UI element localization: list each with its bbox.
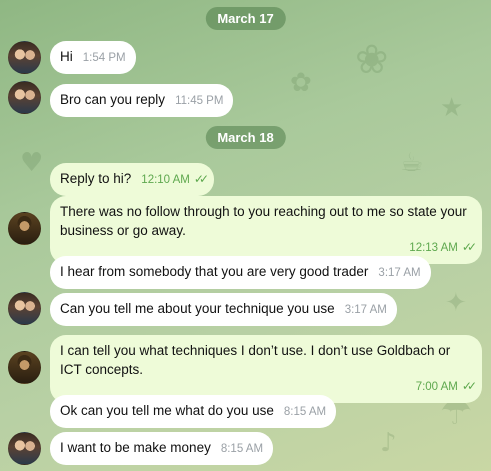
message-text: There was no follow through to you reach… (60, 204, 467, 238)
message-bubble-incoming[interactable]: Can you tell me about your technique you… (50, 293, 397, 326)
doodle-pattern-icon: ✿ (290, 68, 312, 98)
message-time: 3:17 AM (378, 267, 421, 279)
doodle-pattern-icon: ♥ (20, 148, 44, 178)
my-avatar[interactable] (8, 351, 41, 384)
chat-area[interactable]: ❀ ✿ ★ ☕ ♥ ✦ ☂ ♪ March 17 Hi 1:54 PM Bro c… (0, 0, 491, 471)
message-text: Can you tell me about your technique you… (60, 301, 335, 316)
my-avatar[interactable] (8, 212, 41, 245)
message-time: 8:15 AM (220, 443, 264, 455)
message-text: Bro can you reply (60, 92, 166, 107)
contact-avatar[interactable] (8, 292, 41, 325)
message-bubble-outgoing[interactable]: Reply to hi? 12:10 AM ✓✓ (50, 163, 214, 196)
doodle-pattern-icon: ★ (440, 93, 464, 123)
message-time: 12:13 AM (409, 242, 458, 255)
message-text: I hear from somebody that you are very g… (60, 264, 369, 279)
message-text: Ok can you tell me what do you use (60, 403, 274, 418)
read-checkmarks-icon: ✓✓ (461, 240, 477, 255)
message-text: I want to be make money (60, 440, 211, 455)
message-time: 8:15 AM (283, 406, 327, 418)
message-bubble-incoming[interactable]: I hear from somebody that you are very g… (50, 256, 431, 289)
message-bubble-incoming[interactable]: Bro can you reply 11:45 PM (50, 84, 234, 117)
message-bubble-incoming[interactable]: I want to be make money 8:15 AM (50, 432, 274, 465)
message-bubble-incoming[interactable]: Hi 1:54 PM (50, 41, 136, 74)
contact-avatar[interactable] (8, 81, 41, 114)
doodle-pattern-icon: ❀ (355, 37, 389, 83)
read-checkmarks-icon: ✓✓ (461, 379, 477, 394)
message-time: 3:17 AM (344, 304, 387, 316)
doodle-pattern-icon: ♪ (380, 428, 397, 458)
doodle-pattern-icon: ☕ (400, 148, 424, 178)
message-text: Hi (60, 49, 73, 64)
message-bubble-incoming[interactable]: Ok can you tell me what do you use 8:15 A… (50, 395, 337, 428)
message-time: 1:54 PM (82, 52, 126, 64)
message-bubble-outgoing[interactable]: There was no follow through to you reach… (50, 196, 482, 265)
message-text: Reply to hi? (60, 171, 132, 186)
message-text: I can tell you what techniques I don’t u… (60, 343, 451, 377)
date-separator: March 18 (205, 126, 286, 149)
contact-avatar[interactable] (8, 432, 41, 465)
date-separator: March 17 (205, 7, 286, 30)
message-time: 12:10 AM (141, 174, 190, 186)
doodle-pattern-icon: ✦ (445, 288, 467, 318)
message-time: 7:00 AM (415, 381, 458, 394)
message-time: 11:45 PM (175, 95, 224, 107)
message-bubble-outgoing[interactable]: I can tell you what techniques I don’t u… (50, 335, 482, 404)
contact-avatar[interactable] (8, 41, 41, 74)
read-checkmarks-icon: ✓✓ (193, 172, 209, 186)
